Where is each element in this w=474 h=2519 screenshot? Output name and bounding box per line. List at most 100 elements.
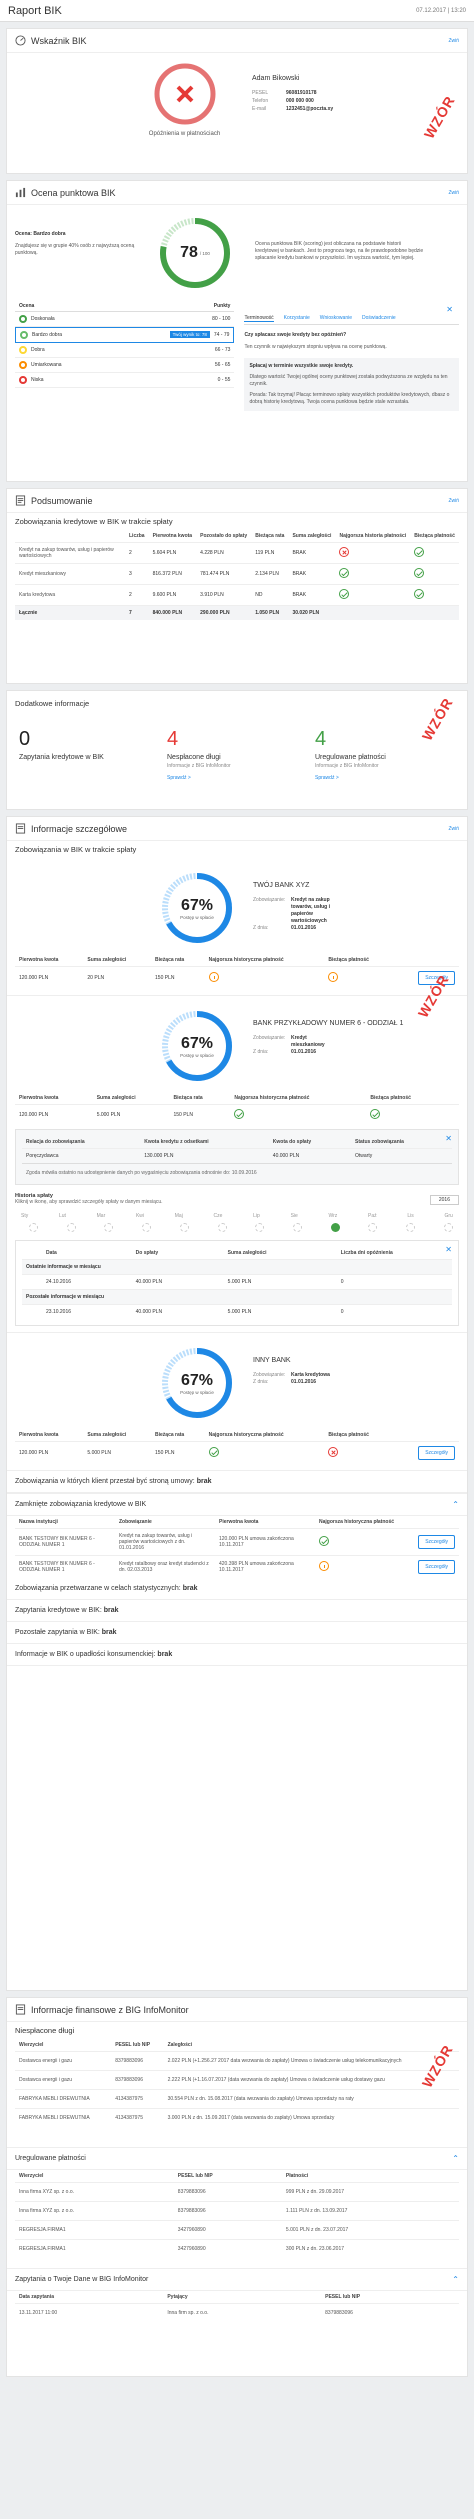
collapse-link[interactable]: Zwiń [448,38,459,44]
check-link[interactable]: Sprawdź > [167,775,307,781]
details-button[interactable]: Szczegóły [418,1535,455,1549]
email-label: E-mail [252,106,267,112]
cell: 2 [125,584,149,606]
info-line: Informacje w BIK o upadłości konsumencki… [7,1644,467,1666]
level-name: Dobra [31,347,45,353]
progress-percent: 67% [180,1371,214,1389]
column-header: Bieżąca płatność [414,533,455,539]
queries-table: Data zapytania Pytający PESEL lub NIP 13.11… [15,2291,459,2322]
column-header: Bieżąca rata [155,957,185,963]
loan-block: 67% Postęp w spłacie TWÓJ BANK XYZ Zobowiąz… [7,858,467,1020]
page-title: Raport BIK [8,4,62,17]
paid-table: Wierzyciel PESEL lub NIP Płatności Inna fir… [15,2170,459,2258]
year-select[interactable]: 2016 [439,1197,450,1203]
month-label: Lip [253,1213,260,1219]
cell: ND [251,584,289,606]
collapse-link[interactable]: Zwiń [448,190,459,196]
close-icon[interactable]: ✕ [446,305,453,314]
column-header: Pozostało do spłaty [200,533,248,539]
check-circle-icon [414,589,425,599]
column-header: PESEL lub NIP [115,2042,151,2048]
month-status-icon[interactable] [293,1223,303,1232]
cell: 0 [316,1304,452,1319]
column-header: Do spłaty [135,1250,159,1256]
info-line: Zobowiązania przetwarzane w celach staty… [7,1578,467,1600]
month-status-icon[interactable] [255,1223,265,1232]
tab-applying[interactable]: Wnioskowanie [320,315,352,322]
tab-timeliness[interactable]: Terminowość [244,315,274,322]
extra-sub: Informacje z BIG InfoMonitor [167,763,231,769]
column-header: Wierzyciel [19,2042,44,2048]
cell: 0 [316,1274,452,1290]
column-header: Bieżąca rata [155,1432,185,1438]
close-icon[interactable]: ✕ [445,1134,452,1143]
table-row: FABRYKA MEBLI DREWUTNIA 4134387975 3.000 P… [15,2108,459,2127]
cell: Otwarty [351,1148,452,1163]
chevron-up-icon[interactable]: ⌃ [452,2275,459,2284]
month-status-icon[interactable] [443,1223,453,1232]
month-label: Lut [58,1213,66,1219]
indicator-title: Wskaźnik BIK [31,35,87,46]
collapse-link[interactable]: Zwiń [448,826,459,832]
total-cell: 1.050 PLN [251,605,289,620]
cell: 781.474 PLN [196,563,252,585]
close-icon[interactable]: ✕ [445,1245,452,1254]
cell: 8379883096 [173,2201,282,2221]
table-row: BANK TESTOWY BIK NUMER 6 - ODDZIAŁ NUMER… [15,1555,459,1578]
extra-label: Zapytania kredytowe w BIK [19,754,104,761]
info-line-value: brak [101,1629,117,1636]
total-cell: 290.000 PLN [196,605,252,620]
score-grade: Ocena: Bardzo dobra [15,231,66,237]
cell: 5.000 PLN [203,1304,317,1319]
score-desc: Znajdujesz się w grupie 40% osób z najwy… [15,243,135,256]
month-status-icon[interactable] [29,1223,38,1232]
month-label: Maj [174,1213,183,1219]
month-status-icon[interactable] [142,1223,152,1232]
column-header: Relacja do zobowiązania [26,1139,85,1145]
month-status-icon[interactable] [66,1223,76,1232]
cell: 3 [125,563,149,585]
info-line-value: brak [196,1478,212,1485]
details-button[interactable]: Szczegóły [418,1560,455,1574]
check-link[interactable]: Sprawdź > [315,775,455,781]
month-status-icon[interactable] [368,1223,378,1232]
column-header: Data [46,1250,57,1256]
tip-desc: Dlatego wartość Twojej ogólnej oceny pun… [249,374,448,387]
check-circle-icon [414,547,425,557]
repayment-progress: 67% Postęp w spłacie [157,868,237,948]
cell: 8379883096 [321,2303,459,2322]
cell: BRAK [288,563,336,585]
month-status-icon[interactable] [179,1223,189,1232]
date-value: 01.01.2016 [291,925,317,931]
table-row: REGRESJA.FIRMA1 3427960890 5.001 PLN z dn.… [15,2220,459,2240]
tab-experience[interactable]: Doświadczenie [362,315,396,322]
your-score-tag: Twój wynik to: 78 [169,331,210,338]
info-line-label: Zapytania kredytowe w BIK: [15,1607,102,1614]
chevron-up-icon[interactable]: ⌃ [452,2154,459,2163]
history-section: Historia spłaty Kliknij w ikonę, aby spra… [15,1193,459,1326]
email-value: 1232451@poczta.xy [286,106,334,112]
table-row: Inna firma XYZ sp. z o.o. 8379883096 999 P… [15,2182,459,2202]
info-line-value: brak [157,1651,173,1658]
chevron-up-icon[interactable]: ⌃ [452,1500,459,1509]
month-status-icon[interactable] [104,1223,114,1232]
column-header: Pierwotna kwota [219,1519,259,1525]
column-header: Pierwotna kwota [19,1095,59,1101]
month-status-icon[interactable] [330,1223,340,1232]
info-line-value: brak [103,1607,119,1614]
date-label: Z dnia: [253,1049,269,1055]
collapse-link[interactable]: Zwiń [448,498,459,504]
month-label: Gru [444,1213,453,1219]
relation-box: ✕ Relacja do zobowiązania Kwota kredytu z … [15,1129,459,1185]
month-status-icon[interactable] [217,1223,227,1232]
cell: 9.600 PLN [148,584,197,606]
tab-usage[interactable]: Korzystanie [284,315,310,322]
cell: Inna firma XYZ sp. z o.o. [15,2201,174,2221]
month-status-icon[interactable] [406,1223,416,1232]
details-button[interactable]: Szczegóły [418,1446,455,1460]
cell: 816.372 PLN [148,563,197,585]
extra-label: Uregulowane płatności [315,754,386,761]
column-header: Bieżąca płatność [328,957,369,963]
total-cell: 7 [125,605,149,620]
score-explain: Ocena punktowa BIK (scoring) jest oblicz… [255,241,424,261]
